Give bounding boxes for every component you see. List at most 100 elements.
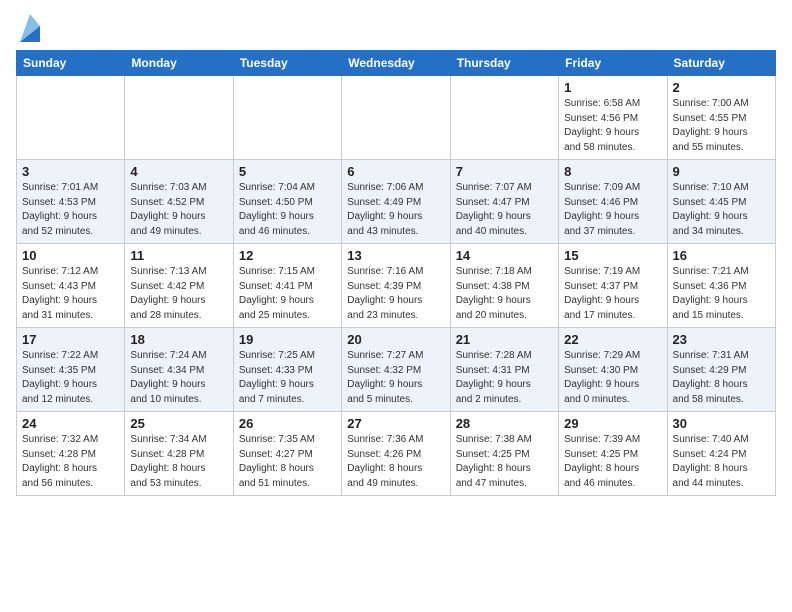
day-info: Sunrise: 7:27 AM Sunset: 4:32 PM Dayligh… [347,349,444,407]
day-number: 30 [673,416,770,431]
weekday-row: SundayMondayTuesdayWednesdayThursdayFrid… [17,51,776,76]
day-info: Sunrise: 7:06 AM Sunset: 4:49 PM Dayligh… [347,181,444,239]
calendar-week-1: 1 Sunrise: 6:58 AM Sunset: 4:56 PM Daylig… [17,76,776,160]
day-number: 12 [239,248,336,263]
day-number: 20 [347,332,444,347]
calendar-week-2: 3Sunrise: 7:01 AM Sunset: 4:53 PM Daylig… [17,160,776,244]
day-info: Sunrise: 7:25 AM Sunset: 4:33 PM Dayligh… [239,349,336,407]
day-number: 26 [239,416,336,431]
calendar-cell: 15 Sunrise: 7:19 AM Sunset: 4:37 PM Dayli… [559,244,667,328]
day-number: 15 [564,248,661,263]
day-info: Sunrise: 7:21 AM Sunset: 4:36 PM Dayligh… [673,265,770,323]
calendar-cell: 3Sunrise: 7:01 AM Sunset: 4:53 PM Daylig… [17,160,125,244]
day-number: 23 [673,332,770,347]
weekday-header-monday: Monday [125,51,233,76]
weekday-header-sunday: Sunday [17,51,125,76]
logo [16,16,40,42]
day-info: Sunrise: 7:32 AM Sunset: 4:28 PM Dayligh… [22,433,119,491]
weekday-header-saturday: Saturday [667,51,775,76]
day-info: Sunrise: 7:00 AM Sunset: 4:55 PM Dayligh… [673,97,770,155]
day-info: Sunrise: 7:10 AM Sunset: 4:45 PM Dayligh… [673,181,770,239]
day-number: 16 [673,248,770,263]
day-number: 25 [130,416,227,431]
calendar-cell: 8 Sunrise: 7:09 AM Sunset: 4:46 PM Daylig… [559,160,667,244]
calendar-cell: 23Sunrise: 7:31 AM Sunset: 4:29 PM Dayli… [667,328,775,412]
day-info: Sunrise: 7:29 AM Sunset: 4:30 PM Dayligh… [564,349,661,407]
day-info: Sunrise: 7:19 AM Sunset: 4:37 PM Dayligh… [564,265,661,323]
calendar-cell: 10Sunrise: 7:12 AM Sunset: 4:43 PM Dayli… [17,244,125,328]
calendar-cell [233,76,341,160]
calendar-cell: 25 Sunrise: 7:34 AM Sunset: 4:28 PM Dayli… [125,412,233,496]
day-info: Sunrise: 6:58 AM Sunset: 4:56 PM Dayligh… [564,97,661,155]
calendar-cell: 27 Sunrise: 7:36 AM Sunset: 4:26 PM Dayli… [342,412,450,496]
day-info: Sunrise: 7:40 AM Sunset: 4:24 PM Dayligh… [673,433,770,491]
day-info: Sunrise: 7:15 AM Sunset: 4:41 PM Dayligh… [239,265,336,323]
day-number: 2 [673,80,770,95]
calendar-cell: 14 Sunrise: 7:18 AM Sunset: 4:38 PM Dayli… [450,244,558,328]
calendar-cell: 12 Sunrise: 7:15 AM Sunset: 4:41 PM Dayli… [233,244,341,328]
calendar-cell: 7Sunrise: 7:07 AM Sunset: 4:47 PM Daylig… [450,160,558,244]
calendar-cell: 5Sunrise: 7:04 AM Sunset: 4:50 PM Daylig… [233,160,341,244]
day-info: Sunrise: 7:04 AM Sunset: 4:50 PM Dayligh… [239,181,336,239]
calendar-cell: 6 Sunrise: 7:06 AM Sunset: 4:49 PM Daylig… [342,160,450,244]
calendar-cell: 29 Sunrise: 7:39 AM Sunset: 4:25 PM Dayli… [559,412,667,496]
day-number: 11 [130,248,227,263]
day-info: Sunrise: 7:16 AM Sunset: 4:39 PM Dayligh… [347,265,444,323]
day-info: Sunrise: 7:34 AM Sunset: 4:28 PM Dayligh… [130,433,227,491]
day-number: 21 [456,332,553,347]
day-info: Sunrise: 7:24 AM Sunset: 4:34 PM Dayligh… [130,349,227,407]
calendar-cell: 20 Sunrise: 7:27 AM Sunset: 4:32 PM Dayli… [342,328,450,412]
calendar-cell: 11 Sunrise: 7:13 AM Sunset: 4:42 PM Dayli… [125,244,233,328]
day-info: Sunrise: 7:22 AM Sunset: 4:35 PM Dayligh… [22,349,119,407]
day-number: 28 [456,416,553,431]
calendar-cell: 16 Sunrise: 7:21 AM Sunset: 4:36 PM Dayli… [667,244,775,328]
calendar-cell: 26 Sunrise: 7:35 AM Sunset: 4:27 PM Dayli… [233,412,341,496]
calendar-cell: 1 Sunrise: 6:58 AM Sunset: 4:56 PM Daylig… [559,76,667,160]
day-number: 8 [564,164,661,179]
calendar-cell: 22 Sunrise: 7:29 AM Sunset: 4:30 PM Dayli… [559,328,667,412]
day-number: 10 [22,248,119,263]
day-number: 17 [22,332,119,347]
calendar-cell: 2 Sunrise: 7:00 AM Sunset: 4:55 PM Daylig… [667,76,775,160]
calendar-cell [17,76,125,160]
day-number: 22 [564,332,661,347]
calendar-header: SundayMondayTuesdayWednesdayThursdayFrid… [17,51,776,76]
day-info: Sunrise: 7:28 AM Sunset: 4:31 PM Dayligh… [456,349,553,407]
day-number: 18 [130,332,227,347]
day-number: 29 [564,416,661,431]
day-number: 9 [673,164,770,179]
calendar-cell: 19 Sunrise: 7:25 AM Sunset: 4:33 PM Dayli… [233,328,341,412]
calendar-cell: 24 Sunrise: 7:32 AM Sunset: 4:28 PM Dayli… [17,412,125,496]
weekday-header-wednesday: Wednesday [342,51,450,76]
weekday-header-tuesday: Tuesday [233,51,341,76]
day-info: Sunrise: 7:13 AM Sunset: 4:42 PM Dayligh… [130,265,227,323]
day-number: 24 [22,416,119,431]
day-info: Sunrise: 7:36 AM Sunset: 4:26 PM Dayligh… [347,433,444,491]
calendar-cell [450,76,558,160]
day-number: 6 [347,164,444,179]
calendar-week-3: 10Sunrise: 7:12 AM Sunset: 4:43 PM Dayli… [17,244,776,328]
day-info: Sunrise: 7:03 AM Sunset: 4:52 PM Dayligh… [130,181,227,239]
calendar-table: SundayMondayTuesdayWednesdayThursdayFrid… [16,50,776,496]
weekday-header-friday: Friday [559,51,667,76]
day-info: Sunrise: 7:18 AM Sunset: 4:38 PM Dayligh… [456,265,553,323]
header [16,16,776,42]
logo-icon [20,14,40,42]
calendar-cell [342,76,450,160]
day-info: Sunrise: 7:09 AM Sunset: 4:46 PM Dayligh… [564,181,661,239]
day-info: Sunrise: 7:39 AM Sunset: 4:25 PM Dayligh… [564,433,661,491]
calendar-cell: 30 Sunrise: 7:40 AM Sunset: 4:24 PM Dayli… [667,412,775,496]
calendar-cell: 13Sunrise: 7:16 AM Sunset: 4:39 PM Dayli… [342,244,450,328]
calendar-cell: 9 Sunrise: 7:10 AM Sunset: 4:45 PM Daylig… [667,160,775,244]
day-number: 14 [456,248,553,263]
day-number: 19 [239,332,336,347]
day-number: 27 [347,416,444,431]
day-number: 4 [130,164,227,179]
calendar-cell [125,76,233,160]
day-info: Sunrise: 7:35 AM Sunset: 4:27 PM Dayligh… [239,433,336,491]
calendar-week-5: 24 Sunrise: 7:32 AM Sunset: 4:28 PM Dayli… [17,412,776,496]
calendar-cell: 28Sunrise: 7:38 AM Sunset: 4:25 PM Dayli… [450,412,558,496]
day-number: 7 [456,164,553,179]
day-number: 1 [564,80,661,95]
calendar-cell: 4 Sunrise: 7:03 AM Sunset: 4:52 PM Daylig… [125,160,233,244]
